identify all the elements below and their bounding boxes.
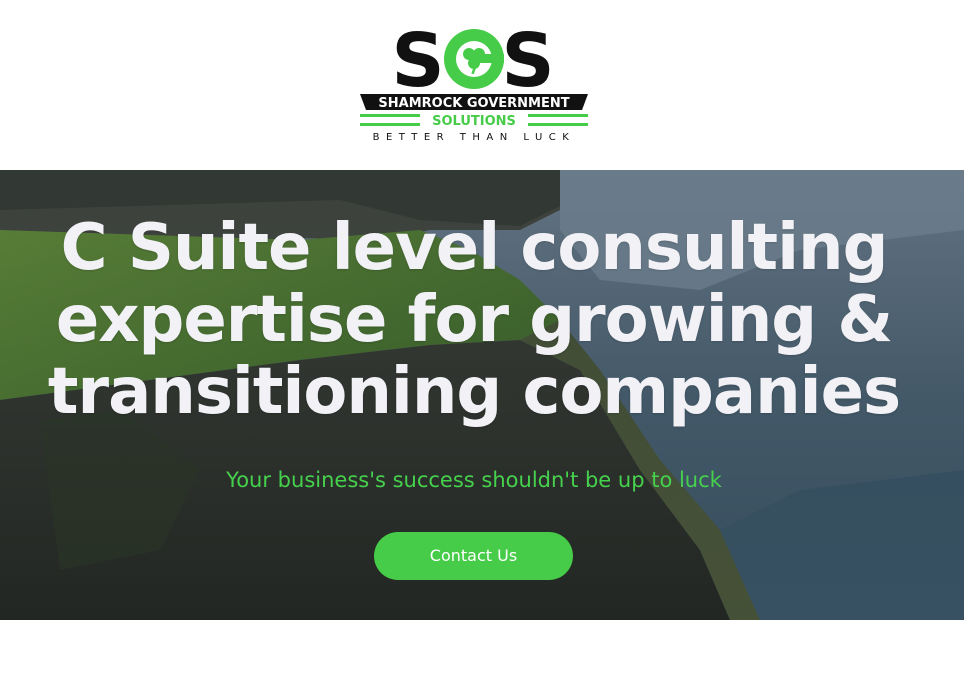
hero-headline-line: transitioning companies	[47, 355, 901, 429]
hero-headline-line: C Suite level consulting	[60, 211, 889, 285]
hero-subtitle: Your business's success shouldn't be up …	[226, 468, 722, 492]
contact-us-button[interactable]: Contact Us	[374, 532, 573, 580]
logo-company-sub: SOLUTIONS	[432, 114, 516, 129]
hero-headline: C Suite level consulting expertise for g…	[0, 212, 948, 428]
hero-banner: C Suite level consulting expertise for g…	[0, 170, 964, 620]
site-header: S S SHAMROCK GOVERNMENT SOLUTIONS BETTER…	[0, 0, 964, 170]
logo-monogram-right: S	[501, 18, 554, 104]
logo-company-name: SHAMROCK GOVERNMENT	[378, 96, 569, 111]
logo-tagline: BETTER THAN LUCK	[373, 132, 576, 143]
logo-monogram-left: S	[391, 18, 444, 104]
hero-headline-line: expertise for growing &	[55, 283, 893, 357]
company-logo[interactable]: S S SHAMROCK GOVERNMENT SOLUTIONS BETTER…	[356, 16, 592, 144]
